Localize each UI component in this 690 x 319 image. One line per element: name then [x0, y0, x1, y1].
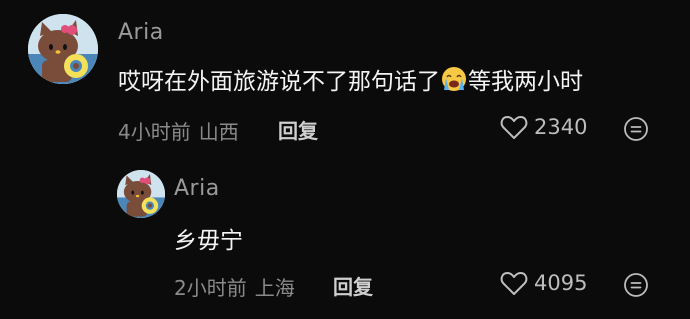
- comment-meta: 4小时前 山西: [118, 116, 239, 145]
- comment-time: 4小时前: [118, 120, 191, 144]
- comment-text-part: 哎呀在外面旅游说不了那句话了: [118, 69, 440, 95]
- like-count: 4095: [534, 271, 588, 295]
- hello-kitty-avatar-image: [117, 170, 165, 218]
- more-options-icon: [624, 117, 648, 141]
- reply-button[interactable]: 回复: [278, 115, 318, 144]
- like-button[interactable]: 2340: [500, 114, 587, 140]
- avatar[interactable]: [28, 14, 98, 84]
- comment-text-part: 等我两小时: [468, 69, 583, 95]
- comment-time: 2小时前: [174, 276, 247, 300]
- comment-item: Aria 哎呀在外面旅游说不了那句话了 等我两小时 4小时前 山西 回复 2340: [0, 0, 690, 160]
- comment-location: 山西: [198, 120, 239, 144]
- hello-kitty-avatar-image: [28, 14, 98, 84]
- like-count: 2340: [534, 115, 588, 139]
- more-options-button[interactable]: [623, 272, 649, 302]
- reply-button[interactable]: 回复: [333, 271, 373, 300]
- avatar[interactable]: [117, 170, 165, 218]
- more-options-icon: [624, 273, 648, 297]
- username[interactable]: Aria: [174, 176, 220, 201]
- crying-face-emoji-icon: [442, 67, 466, 91]
- more-options-button[interactable]: [623, 116, 649, 146]
- comment-location: 上海: [254, 276, 295, 300]
- like-button[interactable]: 4095: [500, 270, 587, 296]
- reply-item: Aria 乡毋宁 2小时前 上海 回复 4095: [0, 160, 690, 319]
- heart-icon: [500, 272, 528, 295]
- comment-text: 哎呀在外面旅游说不了那句话了 等我两小时: [118, 62, 583, 96]
- heart-icon: [500, 116, 528, 139]
- comment-text: 乡毋宁: [174, 228, 243, 254]
- username[interactable]: Aria: [118, 20, 164, 45]
- comment-meta: 2小时前 上海: [174, 272, 295, 301]
